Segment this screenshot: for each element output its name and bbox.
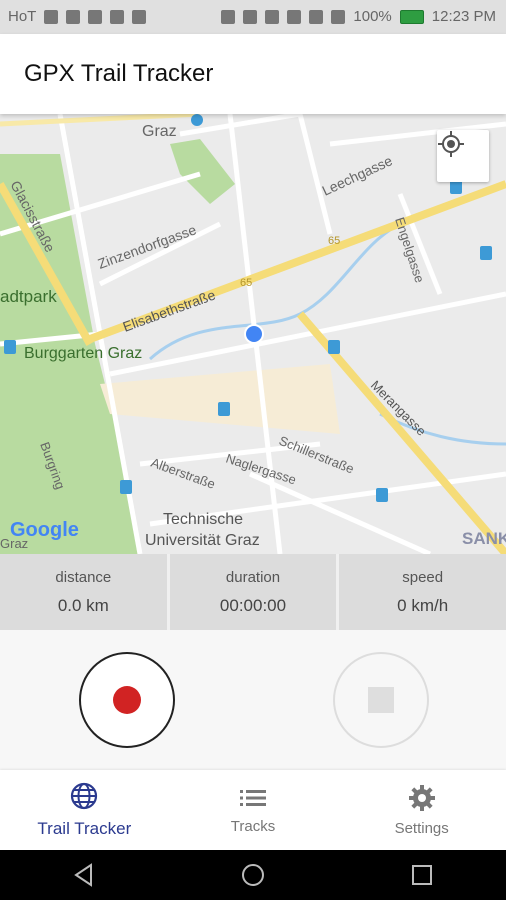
distance-value: 0.0 km: [57, 595, 109, 615]
status-bar: HoT 100% 12:23 PM: [0, 0, 506, 34]
crosshair-icon: [438, 131, 464, 157]
map-label-sank: SANK: [462, 529, 506, 548]
distance-stat: distance 0.0 km: [0, 554, 170, 630]
carrier-label: HoT: [8, 8, 37, 25]
record-icon: [113, 686, 141, 714]
recents-icon[interactable]: [409, 862, 435, 888]
vibrate-icon: [287, 9, 302, 24]
map-label-tu2: Universität Graz: [145, 532, 260, 549]
bluetooth-icon: [243, 9, 258, 24]
nav-label-settings: Settings: [394, 819, 449, 837]
list-icon: [240, 789, 266, 806]
stop-icon: [368, 687, 394, 713]
battery-percent: 100%: [353, 8, 392, 25]
record-button[interactable]: [79, 652, 175, 748]
duration-label: duration: [225, 568, 281, 586]
map-label-stadtpark: adtpark: [0, 287, 57, 306]
speed-label: speed: [402, 568, 444, 586]
gear-icon: [408, 784, 435, 811]
app-bar: GPX Trail Tracker: [0, 34, 506, 114]
my-location-button[interactable]: [437, 130, 489, 182]
map-view[interactable]: Graz Leechgasse Glacisstraße Zinzendorfg…: [0, 114, 506, 554]
duration-stat: duration 00:00:00: [170, 554, 340, 630]
heart-icon: [66, 9, 81, 24]
notification-icon: [132, 9, 147, 24]
wifi-icon: [309, 9, 324, 24]
nav-trail-tracker[interactable]: Trail Tracker: [0, 770, 169, 850]
clock: 12:23 PM: [431, 8, 496, 25]
map-label-route65b: 65: [328, 235, 340, 247]
nav-label-trail-tracker: Trail Tracker: [37, 819, 132, 838]
battery-icon: [399, 9, 424, 24]
location-icon: [221, 9, 236, 24]
stop-button[interactable]: [333, 652, 429, 748]
app-title: GPX Trail Tracker: [24, 60, 214, 87]
system-nav-bar: [0, 850, 506, 900]
map-canvas: Graz Leechgasse Glacisstraße Zinzendorfg…: [0, 114, 506, 554]
signal-icon: [331, 9, 346, 24]
speed-stat: speed 0 km/h: [339, 554, 506, 630]
globe-icon: [71, 782, 98, 810]
stats-panel: distance 0.0 km duration 00:00:00 speed …: [0, 554, 506, 630]
google-logo: Google: [10, 519, 79, 541]
map-label-graz: Graz: [142, 123, 177, 140]
map-label-burggarten: Burggarten Graz: [24, 345, 142, 362]
recording-controls: [0, 630, 506, 770]
map-label-route65a: 65: [240, 277, 252, 289]
flag-icon: [110, 9, 125, 24]
mail-icon: [88, 9, 103, 24]
duration-value: 00:00:00: [219, 595, 287, 615]
nav-tracks[interactable]: Tracks: [169, 770, 338, 850]
bottom-navigation: Trail Tracker Tracks Settings: [0, 770, 506, 850]
nav-settings[interactable]: Settings: [337, 770, 506, 850]
speed-value: 0 km/h: [397, 595, 449, 615]
distance-label: distance: [55, 568, 112, 586]
map-label-tu1: Technische: [163, 511, 243, 528]
usb-icon: [44, 9, 59, 24]
home-icon[interactable]: [240, 862, 266, 888]
nfc-icon: [265, 9, 280, 24]
nav-label-tracks: Tracks: [230, 817, 276, 835]
back-icon[interactable]: [71, 862, 97, 888]
